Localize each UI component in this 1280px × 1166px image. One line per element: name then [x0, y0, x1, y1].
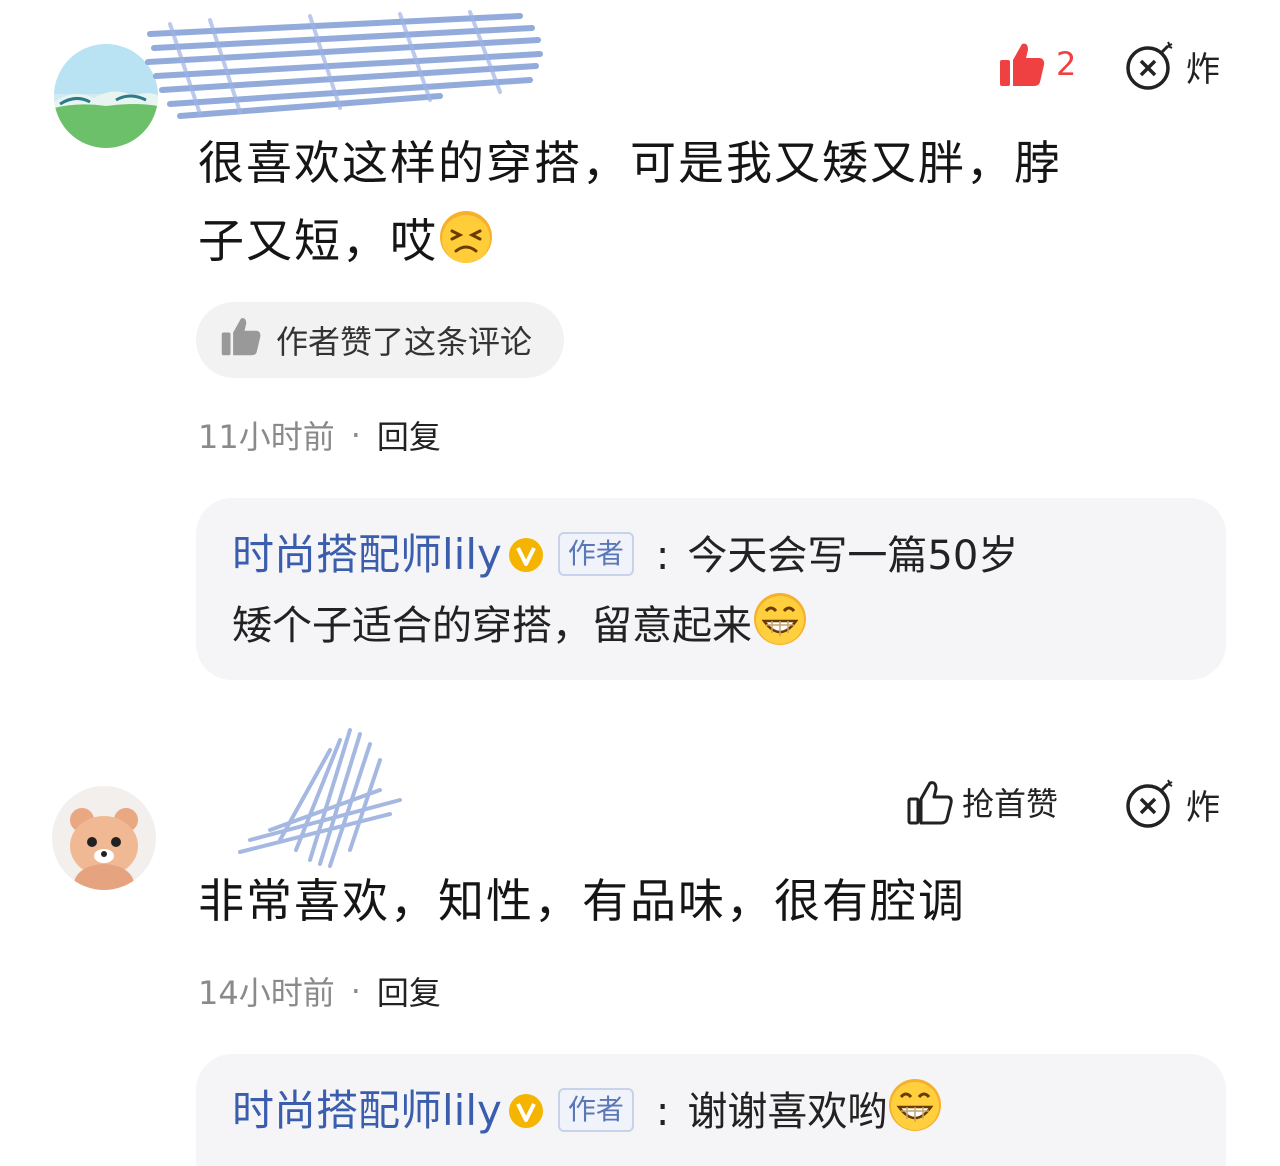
reply-line-1: 时尚搭配师lily 作者: 今天会写一篇50岁 — [232, 520, 1190, 591]
thumbs-up-filled-icon — [998, 40, 1046, 88]
thumbs-up-icon — [220, 315, 276, 365]
comment-meta: 11小时前 · 回复 — [198, 412, 441, 458]
bomb-label: 炸 — [1186, 49, 1220, 90]
reply-button[interactable]: 回复 — [377, 412, 441, 458]
bomb-label: 炸 — [1186, 787, 1220, 828]
reply-button[interactable]: 回复 — [377, 968, 441, 1014]
separator-dot: · — [350, 416, 361, 454]
reply-text-2: 矮个子适合的穿搭，留意起来 — [232, 603, 752, 649]
comment-time: 14小时前 — [198, 974, 335, 1012]
redacted-username — [200, 720, 420, 870]
author-reply[interactable]: 时尚搭配师lily 作者: 今天会写一篇50岁 矮个子适合的穿搭，留意起来 — [196, 498, 1226, 680]
verified-v-icon — [508, 525, 544, 572]
comment-text-line: 很喜欢这样的穿搭，可是我又矮又胖，脖 — [198, 136, 1062, 190]
avatar[interactable] — [52, 786, 156, 890]
reply-line-1: 时尚搭配师lily 作者: 谢谢喜欢哟 — [232, 1076, 1190, 1147]
comment-text-line-2: 子又短，哎 — [198, 202, 1238, 280]
redacted-username — [140, 4, 550, 124]
like-button[interactable]: 2 — [998, 40, 1076, 88]
like-first-button[interactable]: 抢首赞 — [906, 778, 1058, 826]
author-reply[interactable]: 时尚搭配师lily 作者: 谢谢喜欢哟 — [196, 1054, 1226, 1166]
verified-v-icon — [508, 1081, 544, 1128]
like-count: 2 — [1056, 45, 1077, 83]
comment-meta: 14小时前 · 回复 — [198, 968, 441, 1014]
author-liked-badge: 作者赞了这条评论 — [196, 302, 565, 378]
comment-time: 11小时前 — [198, 418, 335, 456]
bomb-icon — [1124, 778, 1176, 830]
author-tag: 作者 — [557, 532, 634, 576]
author-name[interactable]: 时尚搭配师lily — [232, 530, 502, 579]
reply-text: 谢谢喜欢哟 — [687, 1089, 888, 1135]
bomb-button[interactable]: 炸 — [1124, 778, 1220, 830]
comment-text: 很喜欢这样的穿搭，可是我又矮又胖，脖 子又短，哎 — [198, 124, 1238, 280]
comment-text: 非常喜欢，知性，有品味，很有腔调 — [198, 874, 966, 928]
grinning-face-emoji-icon — [887, 1077, 943, 1133]
frowning-face-emoji-icon — [438, 209, 494, 265]
thumbs-up-outline-icon — [906, 778, 954, 826]
reply-text: 今天会写一篇50岁 — [687, 533, 1019, 579]
colon: : — [655, 1089, 670, 1135]
author-name[interactable]: 时尚搭配师lily — [232, 1086, 502, 1135]
author-liked-text: 作者赞了这条评论 — [276, 323, 533, 361]
separator-dot: · — [350, 972, 361, 1010]
grinning-face-emoji-icon — [752, 591, 808, 647]
like-first-label: 抢首赞 — [962, 785, 1059, 823]
bomb-icon — [1124, 40, 1176, 92]
bomb-button[interactable]: 炸 — [1124, 40, 1220, 92]
colon: : — [655, 533, 670, 579]
author-tag: 作者 — [557, 1088, 634, 1132]
reply-line-2: 矮个子适合的穿搭，留意起来 — [232, 591, 1190, 661]
